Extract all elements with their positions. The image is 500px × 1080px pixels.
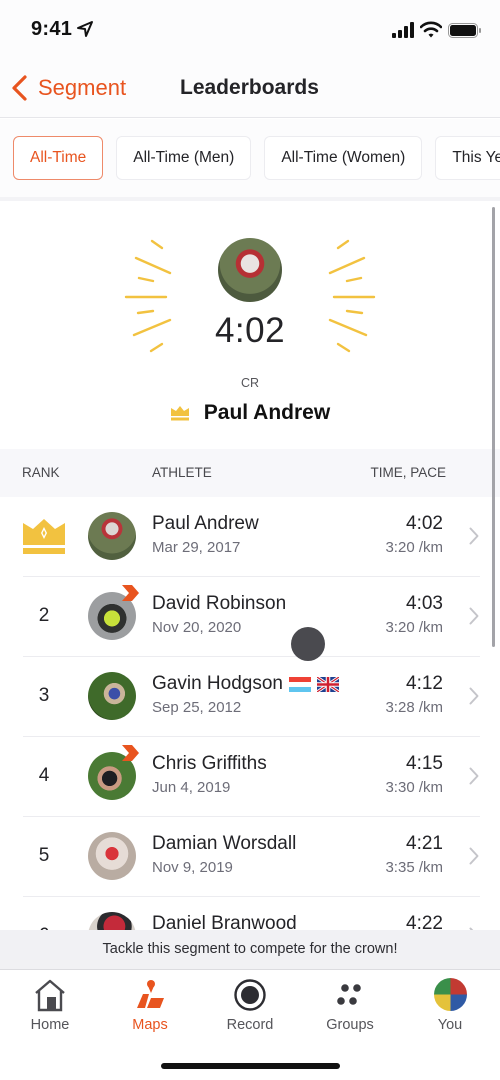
filter-all-time[interactable]: All-Time: [13, 136, 104, 180]
chevron-right-icon: [469, 847, 479, 865]
location-arrow-icon: [77, 21, 93, 37]
home-indicator[interactable]: [161, 1063, 340, 1069]
effort-date: Mar 29, 2017: [152, 539, 241, 556]
table-row[interactable]: Paul Andrew Mar 29, 2017 4:02 3:20 /km: [0, 497, 500, 577]
chevron-right-icon: [469, 767, 479, 785]
record-icon: [234, 979, 266, 1011]
cr-label: CR: [240, 376, 260, 390]
crown-icon: [23, 519, 65, 554]
subscriber-badge-icon: [122, 585, 139, 601]
athlete-name-text: Daniel Branwood: [152, 913, 297, 930]
back-button[interactable]: Segment: [10, 74, 126, 102]
home-icon: [35, 979, 65, 1012]
effort-date: Nov 20, 2020: [152, 619, 242, 636]
athlete-name: Gavin Hodgson: [152, 673, 339, 695]
filter-all-time-men[interactable]: All-Time (Men): [116, 136, 252, 180]
avatar[interactable]: [88, 912, 136, 930]
effort-time: 4:03: [406, 593, 443, 614]
athlete-name-text: David Robinson: [152, 593, 287, 614]
crown-icon: [170, 406, 189, 421]
filter-all-time-women[interactable]: All-Time (Women): [264, 136, 423, 180]
effort-time: 4:12: [406, 673, 443, 694]
tab-maps[interactable]: Maps: [100, 978, 200, 1042]
athlete-name: David Robinson: [152, 593, 286, 615]
uk-flag-icon: [316, 676, 339, 692]
effort-time: 4:21: [406, 833, 443, 854]
chevron-right-icon: [469, 527, 479, 545]
battery-icon: [448, 23, 481, 38]
navigation-bar: Segment Leaderboards: [0, 62, 500, 118]
tab-label: Home: [30, 1017, 70, 1033]
cr-holder-avatar[interactable]: [218, 238, 282, 302]
profile-avatar: [433, 978, 467, 1011]
avatar[interactable]: [88, 832, 136, 880]
athlete-name-text: Paul Andrew: [152, 513, 259, 534]
athlete-name: Damian Worsdall: [152, 833, 296, 855]
effort-pace: 3:20 /km: [385, 619, 443, 636]
effort-date: Jun 4, 2019: [152, 779, 231, 796]
leaderboard-header: RANK ATHLETE TIME, PACE: [0, 449, 500, 497]
groups-icon: [337, 984, 361, 1005]
rank: 3: [38, 685, 50, 706]
tab-groups[interactable]: Groups: [300, 978, 400, 1042]
chevron-left-icon: [12, 75, 27, 101]
table-row[interactable]: 3 Gavin Hodgson Sep 25, 2012 4:12 3:28 /…: [0, 657, 500, 737]
status-bar: 9:41: [0, 0, 500, 62]
athlete-name: Daniel Branwood: [152, 913, 297, 930]
athlete-name: Chris Griffiths: [152, 753, 267, 775]
avatar[interactable]: [88, 512, 136, 560]
effort-pace: 3:35 /km: [385, 859, 443, 876]
scrollbar[interactable]: [492, 207, 495, 647]
leaderboard-filters: All-Time All-Time (Men) All-Time (Women)…: [0, 119, 500, 197]
effort-pace: 3:20 /km: [385, 539, 443, 556]
avatar[interactable]: [88, 672, 136, 720]
athlete-name-text: Damian Worsdall: [152, 833, 297, 854]
tab-label: You: [437, 1017, 463, 1033]
table-row[interactable]: 4 Chris Griffiths Jun 4, 2019 4:15 3:30 …: [0, 737, 500, 817]
table-row[interactable]: 2 David Robinson Nov 20, 2020 4:03 3:20 …: [0, 577, 500, 657]
tab-you[interactable]: You: [400, 978, 500, 1042]
rank: 4: [38, 765, 50, 786]
subscriber-badge-icon: [122, 745, 139, 761]
table-row[interactable]: 5 Damian Worsdall Nov 9, 2019 4:21 3:35 …: [0, 817, 500, 897]
athlete-name-text: Gavin Hodgson: [152, 673, 283, 694]
effort-time: 4:22: [406, 913, 443, 930]
luxembourg-flag-icon: [288, 676, 311, 692]
maps-icon: [137, 980, 164, 1008]
effort-time: 4:02: [406, 513, 443, 534]
effort-date: Nov 9, 2019: [152, 859, 233, 876]
filter-this-year[interactable]: This Year: [435, 136, 500, 180]
leaderboard-list: Paul Andrew Mar 29, 2017 4:02 3:20 /km 2…: [0, 497, 500, 930]
effort-pace: 3:30 /km: [385, 779, 443, 796]
status-time: 9:41: [31, 18, 73, 40]
effort-date: Sep 25, 2012: [152, 699, 242, 716]
rank: 2: [38, 605, 50, 626]
cr-holder-name: Paul Andrew: [203, 401, 331, 424]
table-row[interactable]: 6 Daniel Branwood 4:22: [0, 897, 500, 930]
chevron-right-icon: [469, 687, 479, 705]
cr-holder[interactable]: Paul Andrew: [0, 401, 500, 425]
column-athlete: ATHLETE: [152, 465, 212, 480]
rank: 5: [38, 845, 50, 866]
tab-label: Groups: [326, 1017, 374, 1033]
cr-time: 4:02: [214, 311, 286, 350]
column-time-pace: TIME, PACE: [370, 465, 446, 480]
athlete-name: Paul Andrew: [152, 513, 259, 535]
cellular-signal-icon: [392, 22, 414, 38]
tab-label: Record: [226, 1017, 274, 1033]
chevron-right-icon: [469, 607, 479, 625]
athlete-name-text: Chris Griffiths: [152, 753, 267, 774]
effort-pace: 3:28 /km: [385, 699, 443, 716]
tab-home[interactable]: Home: [0, 978, 100, 1042]
tab-record[interactable]: Record: [200, 978, 300, 1042]
page-title: Leaderboards: [180, 76, 319, 99]
crown-prompt-banner: Tackle this segment to compete for the c…: [0, 930, 500, 970]
course-record-hero: 4:02 CR Paul Andrew: [0, 201, 500, 449]
column-rank: RANK: [22, 465, 60, 480]
wifi-icon: [420, 21, 442, 38]
effort-time: 4:15: [406, 753, 443, 774]
tab-label: Maps: [132, 1017, 168, 1033]
touch-indicator: [291, 627, 325, 661]
back-label: Segment: [38, 75, 127, 100]
